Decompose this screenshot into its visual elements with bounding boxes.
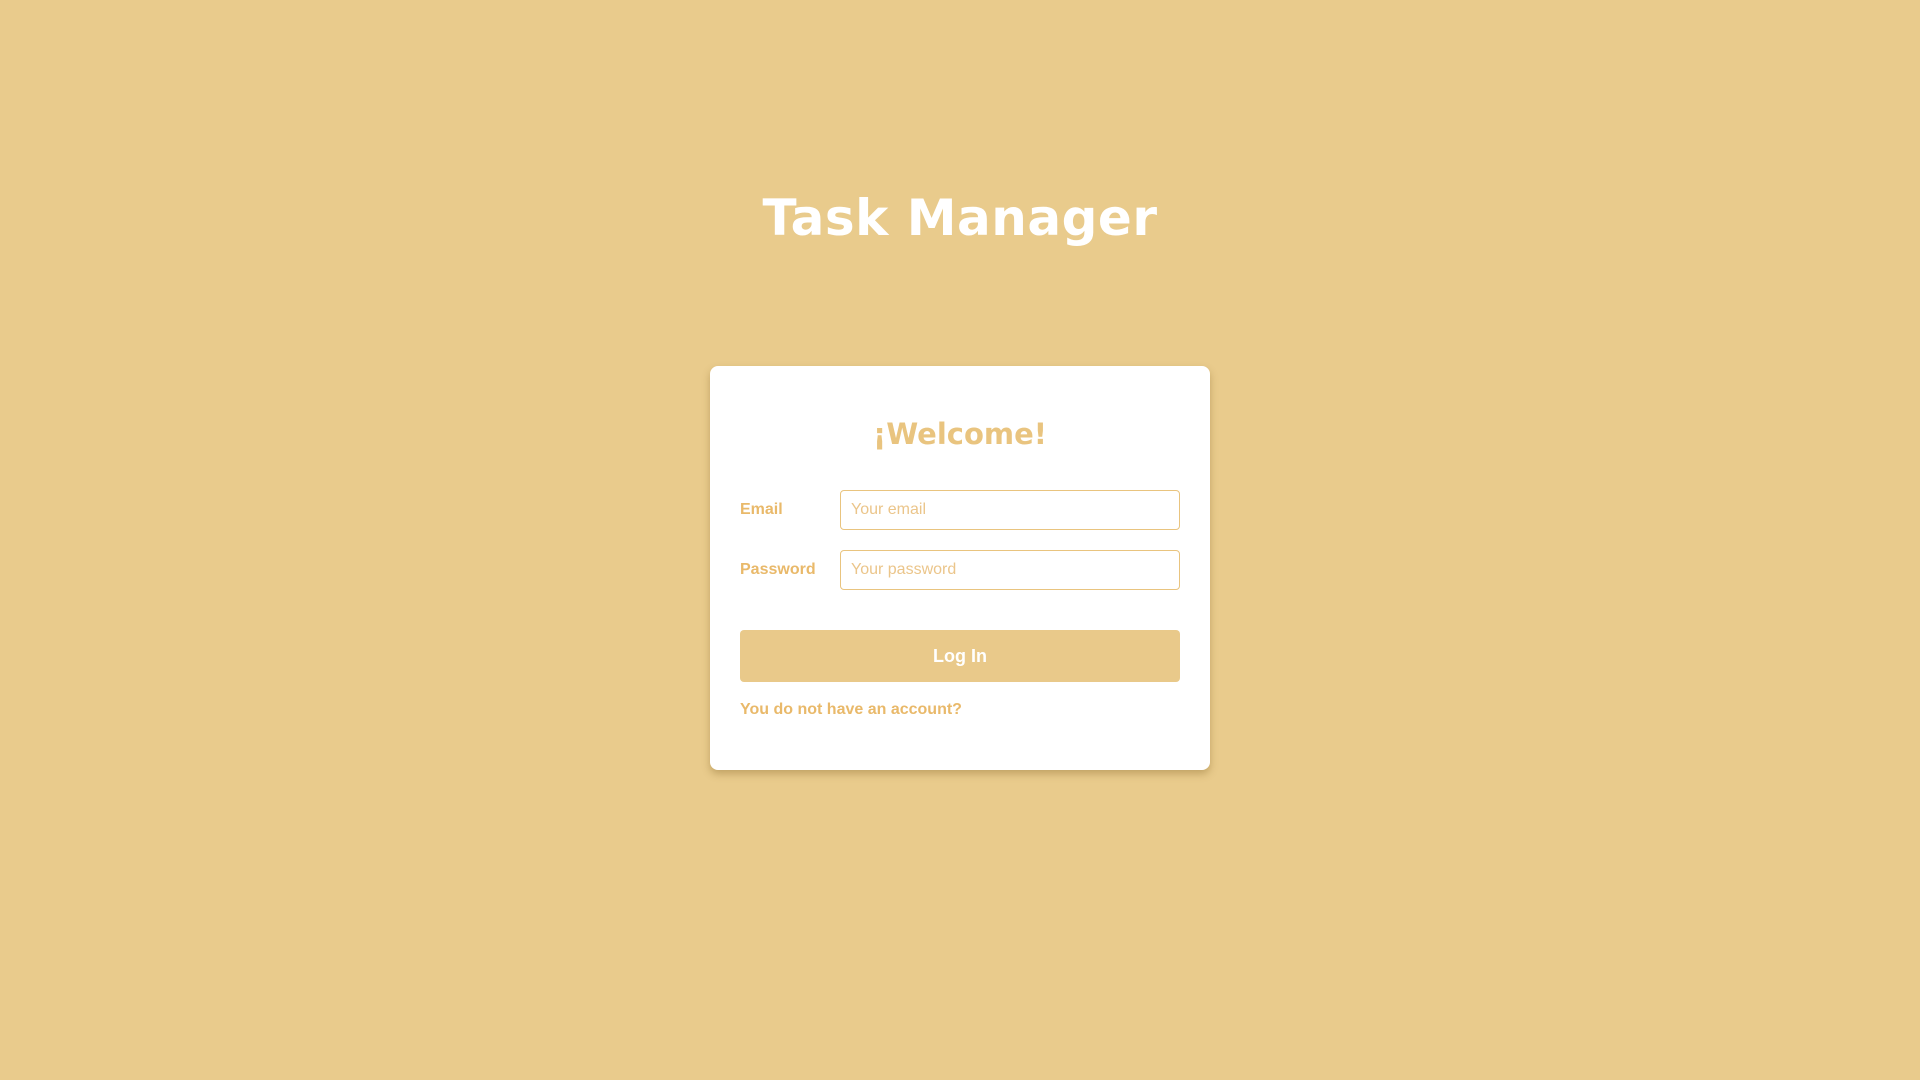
app-title: Task Manager <box>762 189 1158 247</box>
password-label: Password <box>740 561 816 578</box>
email-field[interactable] <box>840 490 1180 530</box>
email-label: Email <box>740 501 783 518</box>
signup-link[interactable]: You do not have an account? <box>740 700 962 720</box>
login-card: ¡Welcome! Email Password Log In You do n… <box>710 366 1210 770</box>
welcome-heading: ¡Welcome! <box>872 417 1047 451</box>
password-field[interactable] <box>840 550 1180 590</box>
login-button[interactable]: Log In <box>740 630 1180 682</box>
